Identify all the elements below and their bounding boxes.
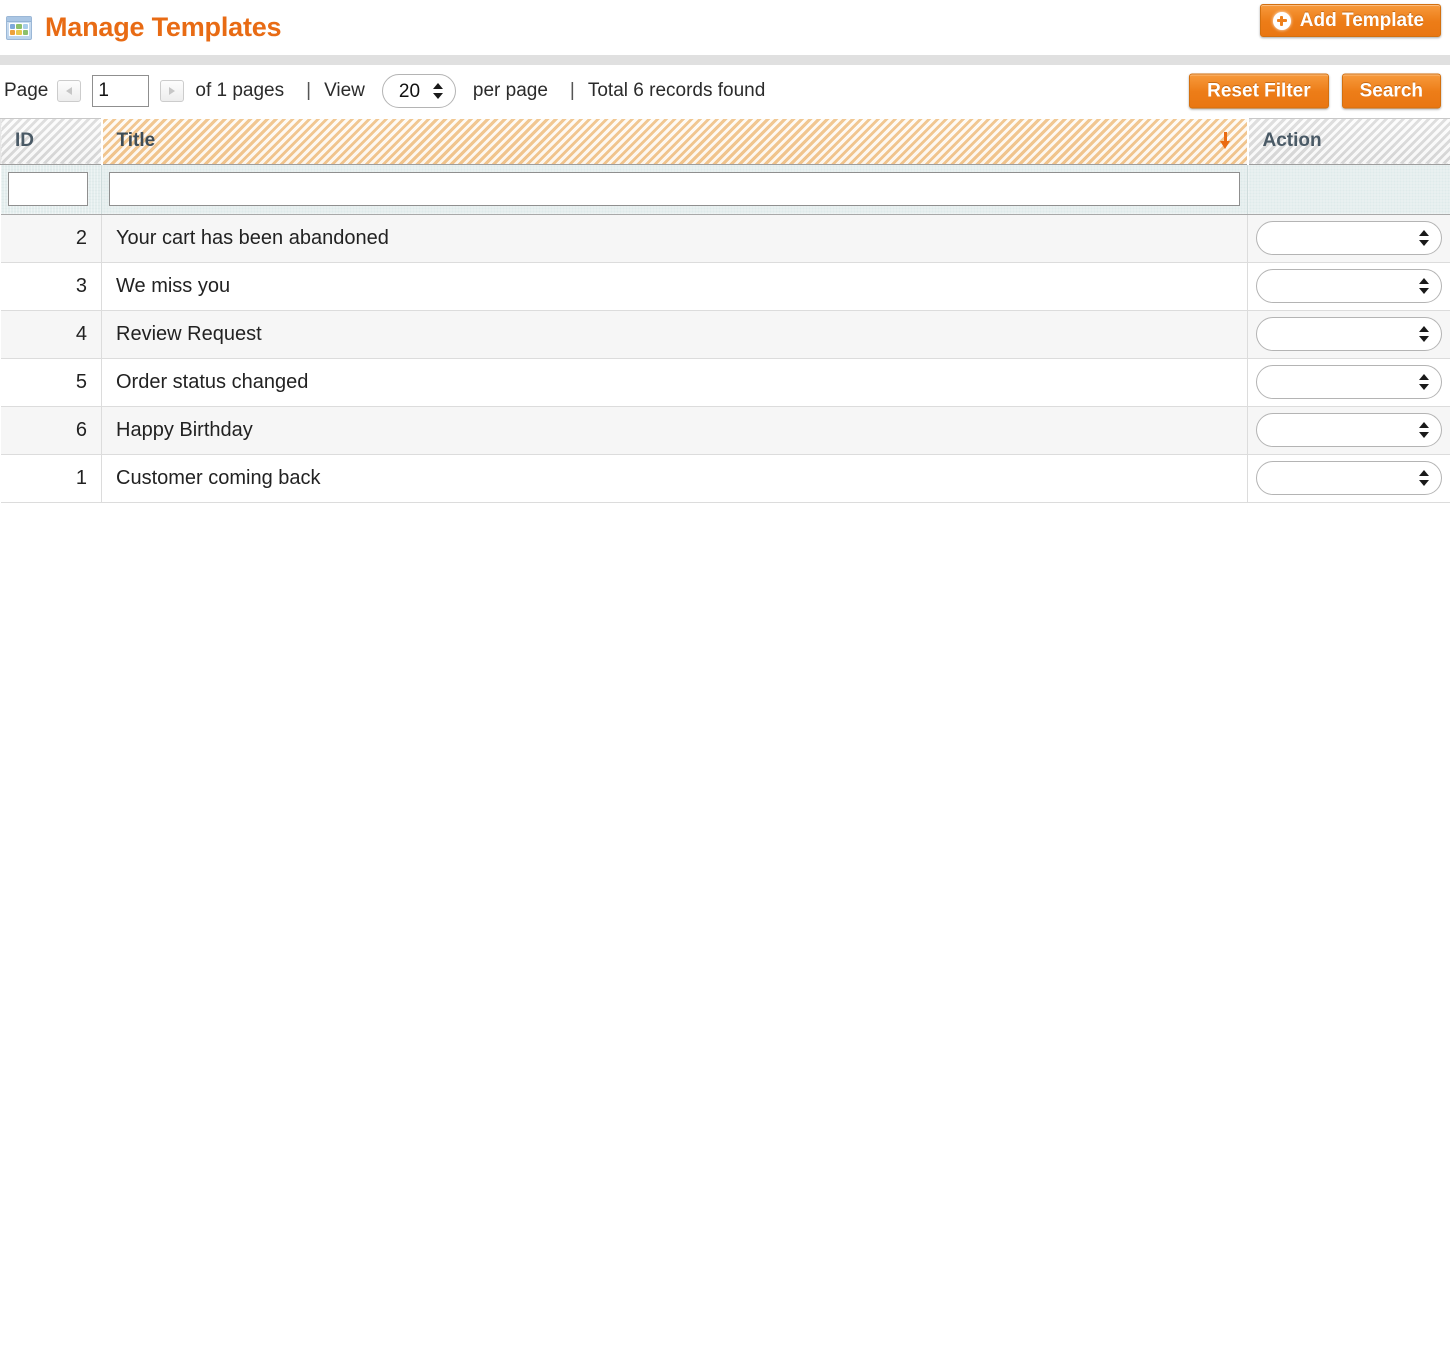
grid-toolbar: Page of 1 pages | View 20 per page | Tot…	[0, 65, 1450, 117]
toolbar-separator-1: |	[306, 80, 311, 102]
column-header-action: Action	[1248, 118, 1450, 164]
chevron-left-icon	[66, 87, 72, 95]
of-pages-label: of 1 pages	[195, 80, 284, 102]
row-action-select[interactable]	[1256, 461, 1442, 495]
column-header-id-label: ID	[15, 130, 34, 152]
table-row[interactable]: 4 Review Request	[1, 310, 1450, 358]
column-header-id[interactable]: ID	[1, 118, 102, 164]
cell-id: 4	[1, 310, 102, 358]
cell-id: 3	[1, 262, 102, 310]
reset-filter-button[interactable]: Reset Filter	[1189, 74, 1328, 109]
row-action-select[interactable]	[1256, 413, 1442, 447]
grid-filter-row	[1, 164, 1450, 214]
filter-cell-title	[102, 164, 1248, 214]
row-action-select[interactable]	[1256, 317, 1442, 351]
page-header: Manage Templates Add Template	[0, 0, 1450, 55]
row-action-select[interactable]	[1256, 365, 1442, 399]
grid-header: ID Title Action	[1, 118, 1450, 164]
table-row[interactable]: 2 Your cart has been abandoned	[1, 214, 1450, 262]
per-page-select-wrap: 20	[382, 74, 456, 108]
header-divider	[0, 55, 1450, 65]
filter-cell-action	[1248, 164, 1450, 214]
action-select-wrap	[1256, 365, 1442, 399]
action-select-wrap	[1256, 269, 1442, 303]
cell-action	[1248, 406, 1450, 454]
grid-header-row: ID Title Action	[1, 118, 1450, 164]
add-template-button[interactable]: Add Template	[1260, 4, 1441, 37]
cell-title: Customer coming back	[102, 454, 1248, 502]
page-title: Manage Templates	[45, 14, 281, 41]
table-row[interactable]: 1 Customer coming back	[1, 454, 1450, 502]
table-row[interactable]: 3 We miss you	[1, 262, 1450, 310]
arrow-down-icon	[1219, 131, 1233, 151]
cell-action	[1248, 358, 1450, 406]
previous-page-button[interactable]	[57, 80, 81, 102]
action-select-wrap	[1256, 221, 1442, 255]
cell-id: 1	[1, 454, 102, 502]
cell-id: 2	[1, 214, 102, 262]
view-label: View	[324, 80, 365, 102]
templates-grid: ID Title Action 2 Your car	[0, 117, 1450, 503]
filter-input-id[interactable]	[8, 172, 88, 206]
cell-title: Your cart has been abandoned	[102, 214, 1248, 262]
row-action-select[interactable]	[1256, 269, 1442, 303]
total-records-label: Total 6 records found	[588, 80, 765, 102]
grid-body: 2 Your cart has been abandoned 3 We miss…	[1, 164, 1450, 502]
per-page-select[interactable]: 20	[382, 74, 456, 108]
table-row[interactable]: 6 Happy Birthday	[1, 406, 1450, 454]
cell-action	[1248, 310, 1450, 358]
cell-action	[1248, 214, 1450, 262]
per-page-label: per page	[473, 80, 548, 102]
page-label: Page	[4, 80, 48, 102]
plus-circle-icon	[1273, 12, 1291, 30]
cell-title: Review Request	[102, 310, 1248, 358]
row-action-select[interactable]	[1256, 221, 1442, 255]
action-select-wrap	[1256, 317, 1442, 351]
column-header-title-label: Title	[117, 130, 156, 152]
filter-input-title[interactable]	[109, 172, 1240, 206]
cell-title: Happy Birthday	[102, 406, 1248, 454]
filter-cell-id	[1, 164, 102, 214]
grid-window-icon	[6, 16, 32, 40]
page-number-input[interactable]	[92, 75, 149, 107]
table-row[interactable]: 5 Order status changed	[1, 358, 1450, 406]
cell-action	[1248, 454, 1450, 502]
column-header-title[interactable]: Title	[102, 118, 1248, 164]
toolbar-separator-2: |	[570, 80, 575, 102]
add-template-label: Add Template	[1300, 10, 1424, 32]
cell-id: 5	[1, 358, 102, 406]
action-select-wrap	[1256, 461, 1442, 495]
action-select-wrap	[1256, 413, 1442, 447]
next-page-button[interactable]	[160, 80, 184, 102]
cell-title: We miss you	[102, 262, 1248, 310]
column-header-action-label: Action	[1263, 130, 1322, 152]
toolbar-actions: Reset Filter Search	[1189, 74, 1441, 109]
search-button[interactable]: Search	[1342, 74, 1441, 109]
cell-title: Order status changed	[102, 358, 1248, 406]
cell-id: 6	[1, 406, 102, 454]
cell-action	[1248, 262, 1450, 310]
chevron-right-icon	[169, 87, 175, 95]
